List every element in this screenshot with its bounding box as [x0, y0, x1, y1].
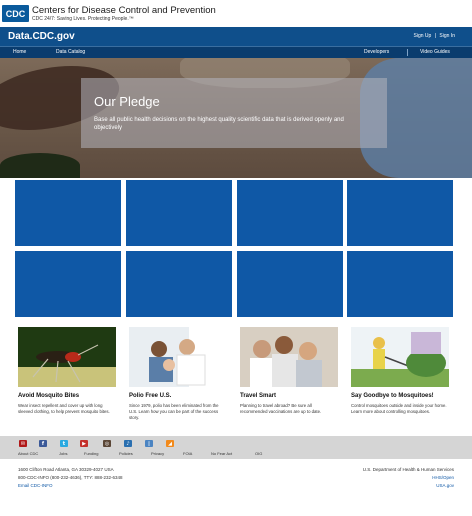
card-title[interactable]: Polio Free U.S.	[129, 393, 171, 399]
card-title[interactable]: Travel Smart	[240, 393, 276, 399]
footer-bar: ✉ f t ▶ ◎ ♪ ▯ ◢ About CDC Jobs Funding P…	[0, 436, 472, 459]
feature-tile[interactable]	[237, 180, 343, 246]
footer-link-funding[interactable]: Funding	[84, 451, 98, 456]
email-icon[interactable]: ✉	[19, 440, 27, 447]
hhs-open-link[interactable]: HHS/Open	[432, 475, 454, 480]
site-bar: Data.CDC.gov Sign Up | Sign In	[0, 27, 472, 46]
hero-photo-shape	[0, 153, 80, 178]
nav-divider	[407, 49, 408, 56]
feature-card[interactable]: Avoid Mosquito Bites Wear insect repelle…	[18, 327, 118, 427]
site-header: CDC Centers for Disease Control and Prev…	[0, 0, 472, 27]
footer-link-about[interactable]: About CDC	[18, 451, 38, 456]
feature-tile[interactable]	[15, 180, 121, 246]
card-title[interactable]: Avoid Mosquito Bites	[18, 393, 79, 399]
twitter-icon[interactable]: t	[60, 440, 68, 447]
feature-card[interactable]: Polio Free U.S. Since 1979, polio has be…	[129, 327, 229, 427]
sign-up-link[interactable]: Sign Up	[414, 33, 432, 39]
pledge-panel: Our Pledge Base all public health decisi…	[81, 78, 387, 148]
footer-link-privacy[interactable]: Privacy	[151, 451, 164, 456]
hhs-link[interactable]: U.S. Department of Health & Human Servic…	[363, 467, 454, 472]
auth-separator: |	[434, 33, 437, 39]
sign-in-link[interactable]: Sign In	[439, 33, 455, 39]
pledge-title: Our Pledge	[94, 94, 160, 109]
site-name[interactable]: Data.CDC.gov	[8, 31, 75, 42]
nav-developers[interactable]: Developers	[364, 49, 389, 55]
auth-links: Sign Up | Sign In	[413, 33, 456, 39]
card-description: Planning to travel abroad? Be sure all r…	[240, 403, 322, 414]
org-title[interactable]: Centers for Disease Control and Preventi…	[32, 5, 216, 16]
travel-image[interactable]	[240, 327, 338, 387]
feature-tile[interactable]	[126, 180, 232, 246]
org-tagline: CDC 24/7: Saving Lives. Protecting Peopl…	[32, 16, 134, 22]
youtube-icon[interactable]: ▶	[80, 440, 88, 447]
footer-link-foia[interactable]: FOIA	[183, 451, 192, 456]
feature-tile[interactable]	[347, 180, 453, 246]
footer-address: 1600 Clifton Road Atlanta, GA 30329-4027…	[18, 467, 114, 472]
pledge-text: Base all public health decisions on the …	[94, 117, 344, 131]
rss-icon[interactable]: ◢	[166, 440, 174, 447]
feature-tile[interactable]	[347, 251, 453, 317]
feature-card[interactable]: Travel Smart Planning to travel abroad? …	[240, 327, 340, 427]
card-description: Wear insect repellent and cover up with …	[18, 403, 110, 414]
hero-banner: Our Pledge Base all public health decisi…	[0, 58, 472, 178]
podcast-icon[interactable]: ♪	[124, 440, 132, 447]
card-title[interactable]: Say Goodbye to Mosquitoes!	[351, 393, 434, 399]
usagov-link[interactable]: USA.gov	[436, 483, 454, 488]
footer-link-policies[interactable]: Policies	[119, 451, 133, 456]
cdc-logo[interactable]: CDC	[2, 5, 29, 22]
footer-phone: 800-CDC-INFO (800-232-4636), TTY: 888-23…	[18, 475, 123, 480]
footer-link-oig[interactable]: OIG	[255, 451, 262, 456]
card-description: Control mosquitoes outside and inside yo…	[351, 403, 447, 414]
mobile-icon[interactable]: ▯	[145, 440, 153, 447]
feature-tile[interactable]	[237, 251, 343, 317]
card-description: Since 1979, polio has been eliminated fr…	[129, 403, 219, 420]
feature-tile[interactable]	[126, 251, 232, 317]
nav-home[interactable]: Home	[13, 49, 26, 55]
mosquito-image[interactable]	[18, 327, 116, 387]
nav-data-catalog[interactable]: Data Catalog	[56, 49, 85, 55]
footer-link-no-fear-act[interactable]: No Fear Act	[211, 451, 232, 456]
instagram-icon[interactable]: ◎	[103, 440, 111, 447]
mosquito-control-image[interactable]	[351, 327, 449, 387]
feature-tile[interactable]	[15, 251, 121, 317]
facebook-icon[interactable]: f	[39, 440, 47, 447]
main-nav: Home Data Catalog Developers Video Guide…	[0, 46, 472, 58]
polio-image[interactable]	[129, 327, 227, 387]
footer-link-jobs[interactable]: Jobs	[59, 451, 67, 456]
feature-card[interactable]: Say Goodbye to Mosquitoes! Control mosqu…	[351, 327, 451, 427]
nav-video-guides[interactable]: Video Guides	[420, 49, 450, 55]
footer-email-link[interactable]: Email CDC-INFO	[18, 483, 53, 488]
